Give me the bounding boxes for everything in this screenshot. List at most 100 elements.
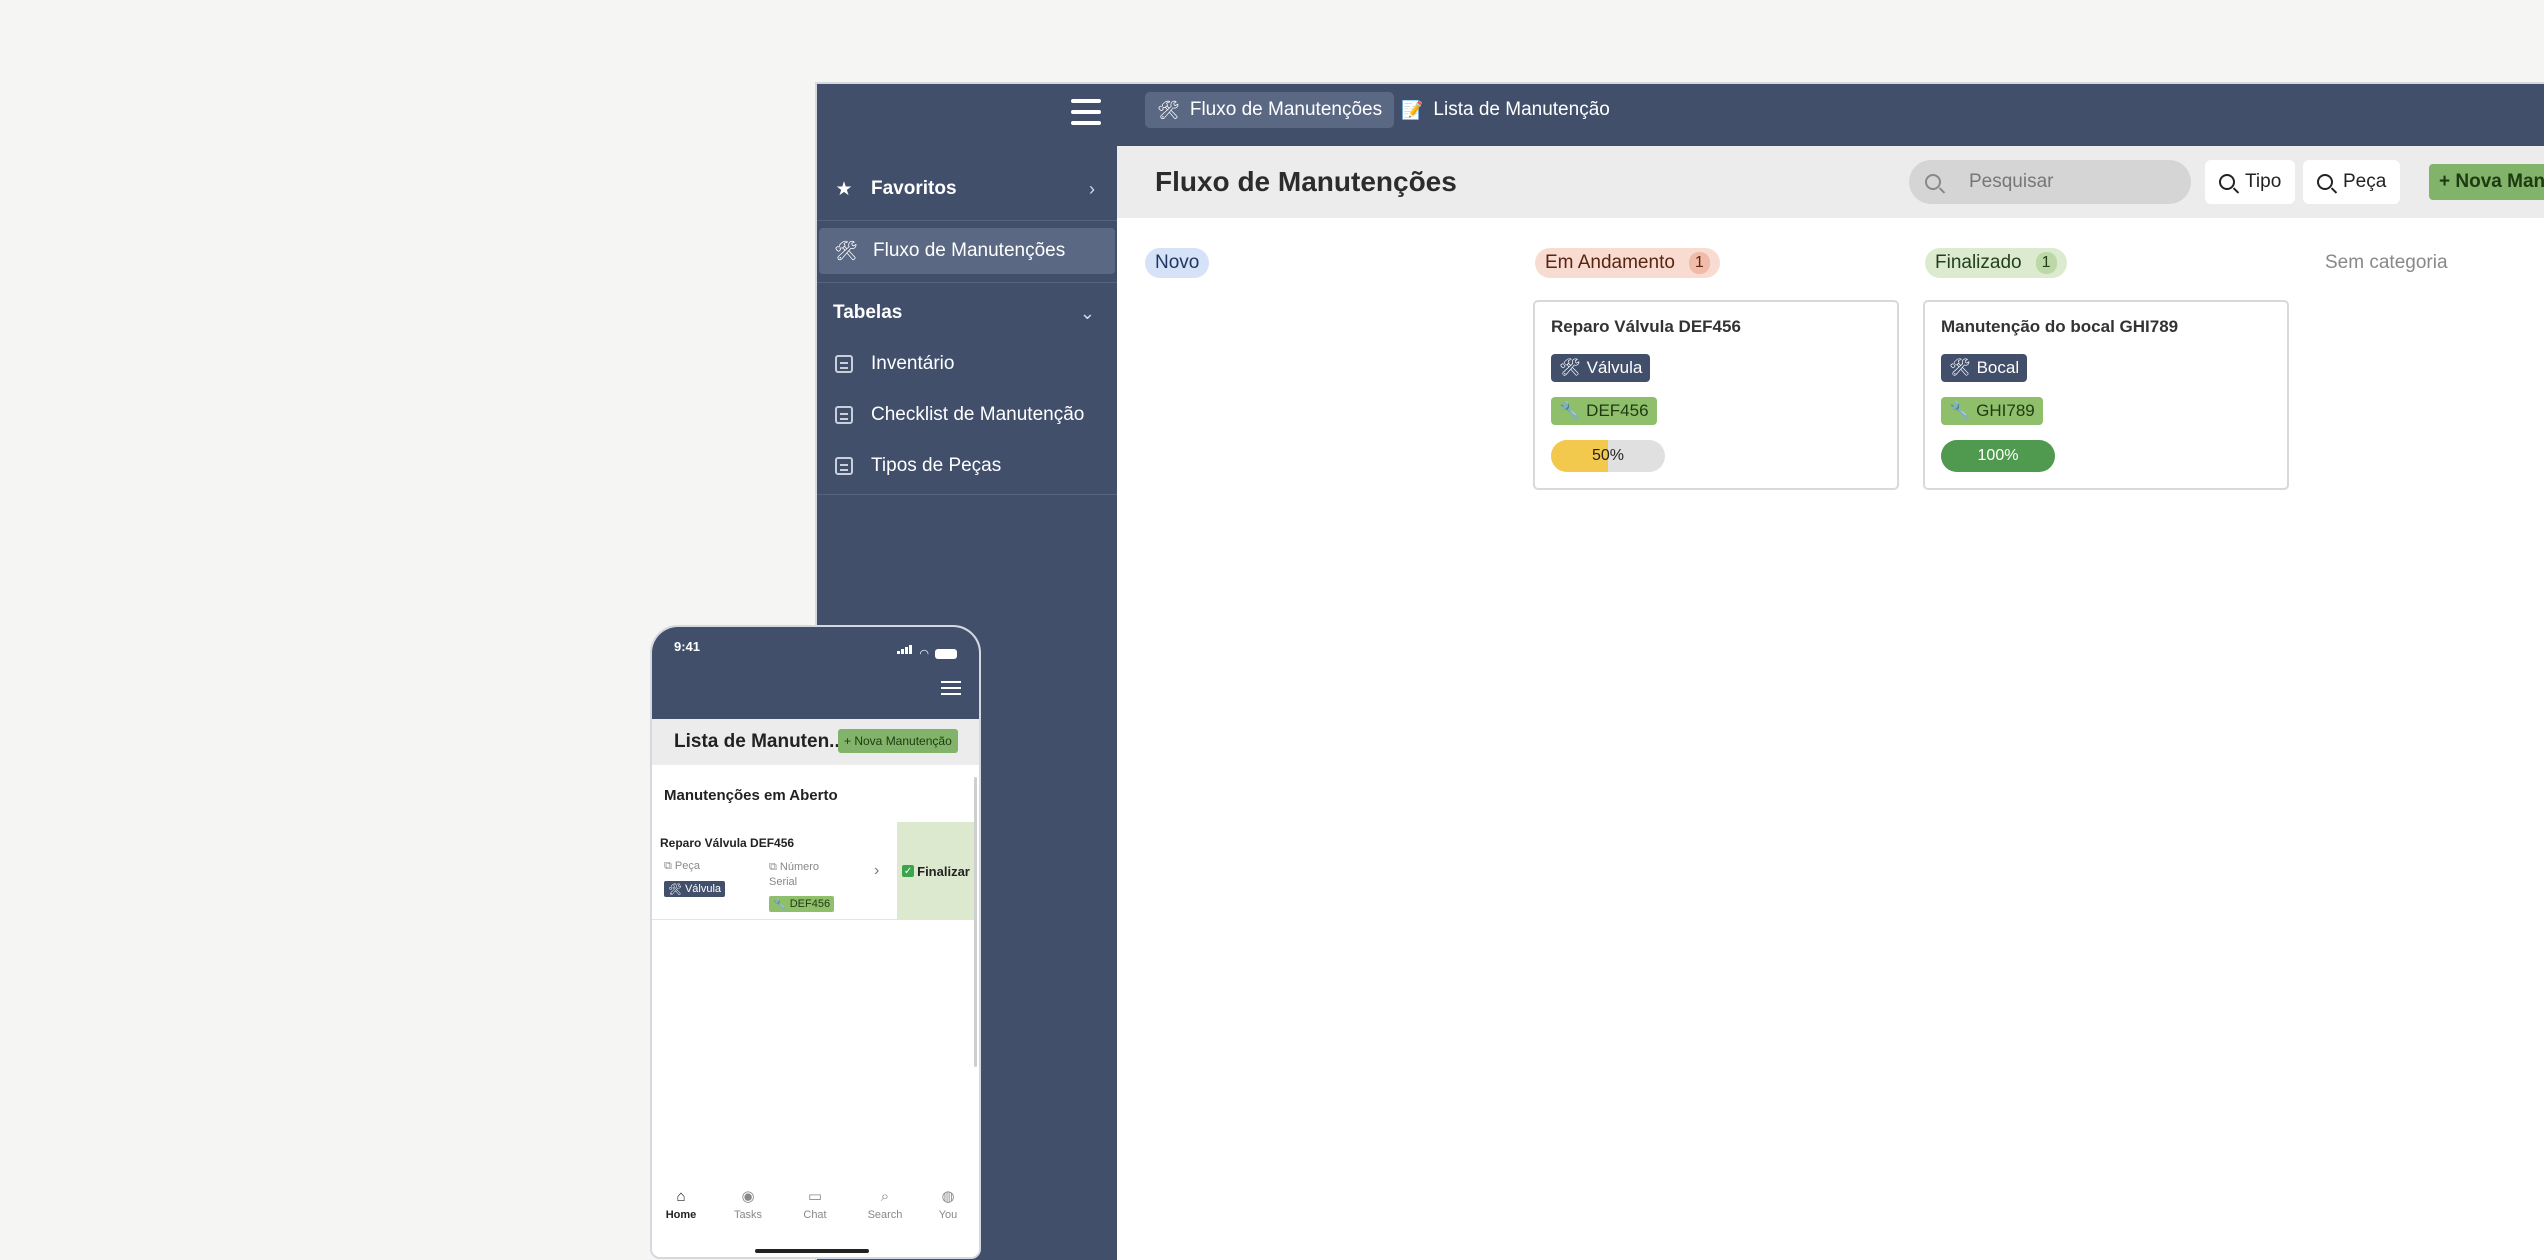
tab-lista-de-manutencao[interactable]: 📝 Lista de Manutenção bbox=[1389, 92, 1622, 128]
chip-label: DEF456 bbox=[789, 898, 831, 910]
search-icon bbox=[2317, 174, 2333, 190]
new-maintenance-button[interactable]: + Nova Man bbox=[2429, 164, 2544, 200]
tab-fluxo-de-manutencoes[interactable]: 🛠 Fluxo de Manutenções bbox=[1145, 92, 1395, 128]
kanban-card[interactable]: Manutenção do bocal GHI789 🛠 Bocal 🔧 GHI… bbox=[1923, 300, 2289, 490]
finish-button[interactable]: ✓ Finalizar bbox=[897, 822, 975, 920]
menu-icon[interactable] bbox=[941, 681, 961, 695]
sidebar-item-label: Fluxo de Manutenções bbox=[873, 240, 1066, 261]
column-label: Finalizado bbox=[1935, 252, 2022, 273]
column-sem-categoria: Sem categoria bbox=[2315, 248, 2458, 278]
bottom-nav: ⌂ Home ◉ Tasks ▭ Chat ⌕ Search ◍ You bbox=[652, 1177, 979, 1257]
wifi-icon: ◠ bbox=[919, 648, 929, 660]
battery-icon bbox=[935, 649, 957, 659]
section-title: Manutenções em Aberto bbox=[664, 787, 838, 804]
chip-label: GHI789 bbox=[1976, 401, 2035, 420]
mobile-page-title: Lista de Manuten... bbox=[674, 731, 846, 752]
sidebar-item-inventario[interactable]: Inventário bbox=[817, 341, 1117, 387]
sidebar-item-tipos-de-pecas[interactable]: Tipos de Peças bbox=[817, 443, 1117, 489]
main-content: Fluxo de Manutenções Tipo Peça + Nova Ma… bbox=[1117, 146, 2544, 1260]
sidebar-item-label: Favoritos bbox=[871, 178, 957, 199]
new-maintenance-button[interactable]: + Nova Manutenção bbox=[838, 729, 958, 753]
scrollbar[interactable] bbox=[974, 777, 977, 1067]
part-chip: 🛠 Bocal bbox=[1941, 354, 2028, 382]
progress-bar: 100% bbox=[1941, 440, 2055, 472]
column-finalizado: Finalizado 1 bbox=[1925, 248, 2067, 278]
nav-label: Tasks bbox=[733, 1209, 763, 1221]
tag-icon: ⧉ bbox=[664, 860, 672, 872]
column-novo: Novo bbox=[1145, 248, 1210, 278]
column-label: Em Andamento bbox=[1545, 252, 1675, 273]
nav-label: Home bbox=[665, 1209, 697, 1221]
table-icon bbox=[833, 355, 855, 373]
serial-chip: 🔧 GHI789 bbox=[1941, 397, 2043, 425]
serial-chip: 🔧 DEF456 bbox=[1551, 397, 1657, 425]
sidebar-item-label: Checklist de Manutenção bbox=[871, 404, 1085, 425]
check-circle-icon: ◉ bbox=[741, 1188, 755, 1205]
mobile-top-bar: 9:41 ◠ bbox=[652, 627, 979, 719]
nav-chat[interactable]: ▭ Chat bbox=[790, 1187, 840, 1221]
mobile-phone: 9:41 ◠ Lista de Manuten... + Nova Manute… bbox=[650, 625, 981, 1259]
chevron-right-icon: › bbox=[1089, 178, 1095, 199]
nav-tasks[interactable]: ◉ Tasks bbox=[723, 1187, 773, 1221]
kanban-card[interactable]: Reparo Válvula DEF456 🛠 Válvula 🔧 DEF456… bbox=[1533, 300, 1899, 490]
filter-tipo-button[interactable]: Tipo bbox=[2205, 160, 2296, 204]
column-count: 1 bbox=[2035, 252, 2057, 274]
search-icon bbox=[2219, 174, 2235, 190]
card-title: Reparo Válvula DEF456 bbox=[1551, 317, 1741, 336]
field-label-text: Serial bbox=[769, 876, 798, 888]
status-time: 9:41 bbox=[674, 639, 701, 654]
mobile-header: Lista de Manuten... + Nova Manutenção bbox=[652, 719, 979, 765]
sidebar-section-tabelas[interactable]: Tabelas ⌄ bbox=[817, 290, 1117, 336]
sidebar-item-label: Tipos de Peças bbox=[871, 455, 1002, 476]
tools-icon: 🛠 bbox=[833, 241, 859, 262]
menu-icon[interactable] bbox=[1071, 99, 1101, 125]
nav-home[interactable]: ⌂ Home bbox=[656, 1187, 706, 1222]
wrench-icon: 🔧 bbox=[773, 898, 787, 911]
filter-label: Tipo bbox=[2245, 171, 2282, 192]
column-pill: Em Andamento 1 bbox=[1535, 248, 1720, 278]
tab-label: Fluxo de Manutenções bbox=[1189, 99, 1383, 120]
tools-icon: 🛠 bbox=[1559, 358, 1581, 377]
tools-icon: 🛠 bbox=[668, 883, 682, 896]
sidebar-item-label: Inventário bbox=[871, 353, 955, 374]
check-icon: ✓ bbox=[902, 865, 915, 877]
filter-label: Peça bbox=[2343, 171, 2387, 192]
sidebar-divider bbox=[817, 494, 1117, 495]
nav-you[interactable]: ◍ You bbox=[923, 1187, 973, 1221]
column-label: Novo bbox=[1145, 248, 1210, 278]
filter-peca-button[interactable]: Peça bbox=[2303, 160, 2401, 204]
user-icon: ◍ bbox=[941, 1188, 955, 1205]
column-em-andamento: Em Andamento 1 bbox=[1535, 248, 1720, 278]
top-bar: 🛠 Fluxo de Manutenções 📝 Lista de Manute… bbox=[817, 84, 2544, 146]
desktop-window: 🛠 Fluxo de Manutenções 📝 Lista de Manute… bbox=[815, 82, 2544, 1260]
progress-label: 100% bbox=[1977, 447, 2019, 464]
serial-chip: 🔧 DEF456 bbox=[769, 896, 835, 912]
list-item[interactable]: Reparo Válvula DEF456 ⧉ Peça 🛠 Válvula ⧉ … bbox=[652, 822, 975, 920]
sidebar-item-fluxo[interactable]: 🛠 Fluxo de Manutenções bbox=[819, 228, 1115, 274]
field-label: ⧉ Número Serial bbox=[769, 860, 819, 890]
sidebar-item-checklist[interactable]: Checklist de Manutenção bbox=[817, 392, 1117, 438]
tools-icon: 🛠 bbox=[1157, 99, 1180, 120]
part-chip: 🛠 Válvula bbox=[664, 881, 726, 897]
nav-search[interactable]: ⌕ Search bbox=[860, 1187, 910, 1222]
search-box[interactable] bbox=[1909, 160, 2191, 204]
chevron-right-icon[interactable]: › bbox=[874, 862, 879, 880]
finish-label: Finalizar bbox=[917, 863, 970, 879]
page-title: Fluxo de Manutenções bbox=[1155, 166, 1457, 197]
table-icon bbox=[833, 457, 855, 475]
sidebar-divider bbox=[817, 220, 1117, 221]
status-icons: ◠ bbox=[897, 641, 957, 660]
search-input[interactable] bbox=[1969, 171, 2179, 193]
home-indicator bbox=[755, 1249, 869, 1253]
home-icon: ⌂ bbox=[676, 1187, 686, 1205]
search-icon: ⌕ bbox=[880, 1187, 890, 1205]
list-item-title: Reparo Válvula DEF456 bbox=[660, 836, 795, 850]
nav-label: Chat bbox=[803, 1209, 827, 1221]
sidebar-item-favoritos[interactable]: ★ Favoritos › bbox=[817, 166, 1117, 212]
chip-label: Bocal bbox=[1976, 358, 2020, 377]
chip-label: DEF456 bbox=[1586, 401, 1649, 420]
progress-label: 50% bbox=[1591, 447, 1625, 464]
chevron-down-icon: ⌄ bbox=[1079, 302, 1095, 323]
column-label: Sem categoria bbox=[2325, 252, 2448, 273]
nav-label: Search bbox=[867, 1209, 903, 1221]
